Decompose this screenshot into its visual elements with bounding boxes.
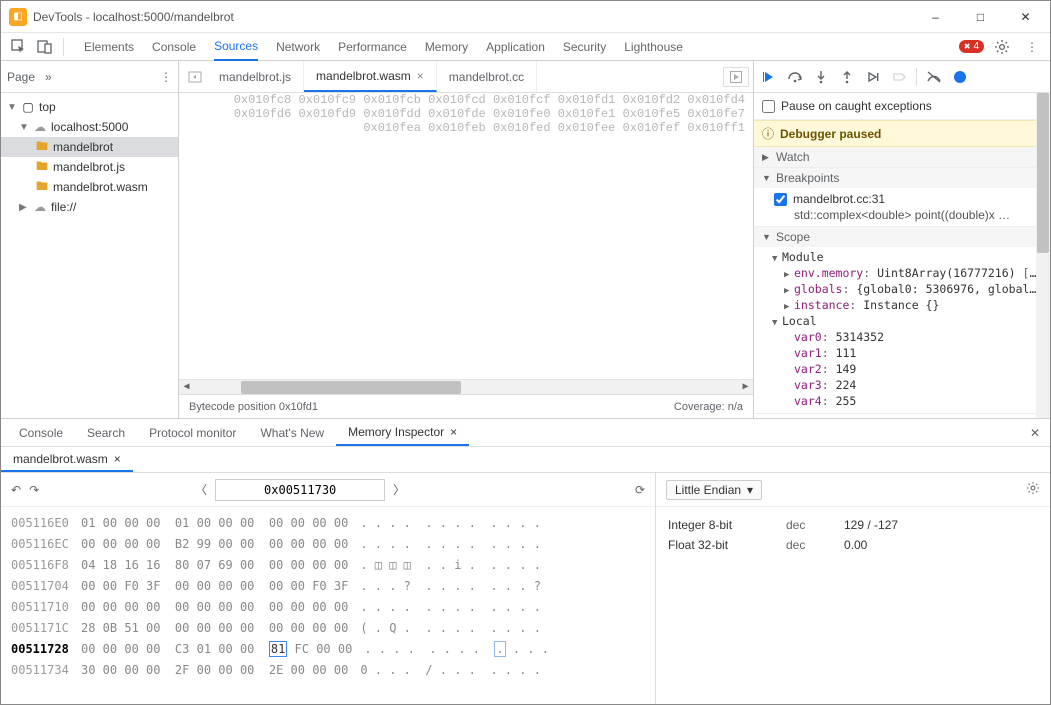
scope-var-var0[interactable]: var0: 5314352 bbox=[754, 329, 1050, 345]
devtools-tabstrip: Elements Console Sources Network Performance… bbox=[1, 33, 1050, 61]
drawer-tab-protocol-monitor[interactable]: Protocol monitor bbox=[137, 419, 248, 446]
main-tab-security[interactable]: Security bbox=[563, 33, 606, 60]
scope-globals[interactable]: ▶globals: {global0: 5306976, global1: 65… bbox=[754, 281, 1050, 297]
refresh-icon[interactable]: ⟳ bbox=[635, 483, 645, 497]
main-tab-performance[interactable]: Performance bbox=[338, 33, 407, 60]
main-tab-network[interactable]: Network bbox=[276, 33, 320, 60]
drawer-tab-search[interactable]: Search bbox=[75, 419, 137, 446]
breakpoint-checkbox[interactable] bbox=[774, 193, 787, 206]
tree-file-mandelbrot-wasm[interactable]: 🖿mandelbrot.wasm bbox=[1, 177, 178, 197]
scope-var-var1[interactable]: var1: 111 bbox=[754, 345, 1050, 361]
scope-var-var3[interactable]: var3: 224 bbox=[754, 377, 1050, 393]
settings-gear-icon[interactable] bbox=[990, 35, 1014, 59]
drawer-tab-console[interactable]: Console bbox=[7, 419, 75, 446]
debugger-sidebar: Pause on caught exceptions ⓘDebugger pau… bbox=[754, 61, 1050, 418]
scope-section-header[interactable]: ▼Scope bbox=[754, 227, 1050, 247]
pause-on-caught-checkbox[interactable] bbox=[762, 100, 775, 113]
step-into-button[interactable] bbox=[810, 66, 832, 88]
close-icon[interactable]: × bbox=[450, 425, 457, 439]
vertical-scrollbar[interactable] bbox=[1036, 93, 1050, 418]
pause-toggle-icon[interactable] bbox=[949, 66, 971, 88]
devtools-app-icon: ◧ bbox=[9, 8, 27, 26]
tree-host[interactable]: ▼☁localhost:5000 bbox=[1, 117, 178, 137]
coverage-label: Coverage: n/a bbox=[674, 401, 743, 413]
horizontal-scroll-thumb[interactable] bbox=[241, 381, 461, 394]
window-minimize-button[interactable]: – bbox=[913, 2, 958, 32]
endian-select[interactable]: Little Endian▾ bbox=[666, 480, 762, 500]
source-file-tabstrip: mandelbrot.js mandelbrot.wasm× mandelbro… bbox=[179, 61, 753, 93]
bytecode-position-label: Bytecode position 0x10fd1 bbox=[189, 401, 318, 413]
breakpoints-section-header[interactable]: ▼Breakpoints bbox=[754, 168, 1050, 188]
hex-panel: ↶ ↷ 〈 〉 ⟳ 005116E001 00 00 00 01 00 00 0… bbox=[1, 473, 656, 704]
sources-navigator: Page » ⋮ ▼▢top ▼☁localhost:5000 🖿mandelb… bbox=[1, 61, 179, 418]
drawer: ConsoleSearchProtocol monitorWhat's NewM… bbox=[1, 418, 1050, 704]
watch-section-header[interactable]: ▶Watch bbox=[754, 147, 1050, 167]
tree-top-frame[interactable]: ▼▢top bbox=[1, 97, 178, 117]
drawer-close-icon[interactable]: ✕ bbox=[1020, 419, 1050, 446]
script-blackbox-icon[interactable] bbox=[923, 66, 945, 88]
tree-file-mandelbrot[interactable]: 🖿mandelbrot bbox=[1, 137, 178, 157]
addr-next-icon[interactable]: 〉 bbox=[393, 481, 405, 498]
scope-local[interactable]: ▼Local bbox=[754, 313, 1050, 329]
run-snippet-icon[interactable] bbox=[723, 67, 749, 87]
memory-subtab[interactable]: mandelbrot.wasm× bbox=[1, 447, 133, 472]
more-menu-icon[interactable]: ⋮ bbox=[1020, 35, 1044, 59]
divider bbox=[63, 38, 64, 56]
info-icon: ⓘ bbox=[762, 125, 774, 142]
drawer-tab-memory-inspector[interactable]: Memory Inspector× bbox=[336, 419, 469, 446]
main-tab-application[interactable]: Application bbox=[486, 33, 545, 60]
redo-icon[interactable]: ↷ bbox=[29, 483, 39, 497]
value-panel: Little Endian▾ Integer 8-bitdec129 / -12… bbox=[656, 473, 1050, 704]
main-tab-memory[interactable]: Memory bbox=[425, 33, 468, 60]
file-tab-mandelbrot-cc[interactable]: mandelbrot.cc bbox=[437, 61, 537, 92]
main-tab-lighthouse[interactable]: Lighthouse bbox=[624, 33, 683, 60]
file-tab-mandelbrot-wasm[interactable]: mandelbrot.wasm× bbox=[304, 61, 437, 92]
value-settings-gear-icon[interactable] bbox=[1026, 481, 1040, 498]
address-input[interactable] bbox=[215, 479, 385, 501]
chevron-down-icon: ▾ bbox=[747, 483, 753, 497]
navigator-more-tabs-icon[interactable]: » bbox=[35, 70, 52, 84]
addr-prev-icon[interactable]: 〈 bbox=[195, 481, 207, 498]
window-titlebar: ◧ DevTools - localhost:5000/mandelbrot –… bbox=[1, 1, 1050, 33]
inspect-element-icon[interactable] bbox=[7, 35, 31, 59]
debugger-paused-banner: ⓘDebugger paused bbox=[754, 120, 1050, 147]
main-tab-console[interactable]: Console bbox=[152, 33, 196, 60]
value-row: Float 32-bitdec0.00 bbox=[668, 535, 1038, 555]
main-tab-sources[interactable]: Sources bbox=[214, 34, 258, 61]
scope-var-var2[interactable]: var2: 149 bbox=[754, 361, 1050, 377]
navigator-tab-page[interactable]: Page bbox=[7, 70, 35, 84]
undo-icon[interactable]: ↶ bbox=[11, 483, 21, 497]
deactivate-breakpoints-button[interactable] bbox=[888, 66, 910, 88]
vertical-scroll-thumb[interactable] bbox=[1037, 93, 1049, 253]
scope-var-var4[interactable]: var4: 255 bbox=[754, 393, 1050, 409]
close-tab-icon[interactable]: × bbox=[417, 69, 424, 83]
tab-history-back-icon[interactable] bbox=[183, 61, 207, 92]
window-title: DevTools - localhost:5000/mandelbrot bbox=[33, 10, 913, 24]
value-row: Integer 8-bitdec129 / -127 bbox=[668, 515, 1038, 535]
hex-grid[interactable]: 005116E001 00 00 00 01 00 00 00 00 00 00… bbox=[1, 507, 655, 704]
main-tab-elements[interactable]: Elements bbox=[84, 33, 134, 60]
navigator-menu-icon[interactable]: ⋮ bbox=[160, 70, 172, 84]
tree-file-scheme[interactable]: ▶☁file:// bbox=[1, 197, 178, 217]
window-maximize-button[interactable]: □ bbox=[958, 2, 1003, 32]
tree-file-mandelbrot-js[interactable]: 🖿mandelbrot.js bbox=[1, 157, 178, 177]
drawer-tab-what-s-new[interactable]: What's New bbox=[248, 419, 336, 446]
breakpoint-item[interactable]: mandelbrot.cc:31 bbox=[754, 190, 1050, 208]
horizontal-scrollbar[interactable]: ◀ ▶ bbox=[179, 379, 753, 394]
breakpoint-source-text: std::complex<double> point((double)x … bbox=[754, 208, 1050, 222]
close-icon[interactable]: × bbox=[114, 452, 121, 466]
error-count-badge[interactable]: 4 bbox=[959, 40, 984, 53]
scope-module[interactable]: ▼Module bbox=[754, 249, 1050, 265]
source-code-area[interactable]: 0x010fc8 0x010fc9 0x010fcb 0x010fcd 0x01… bbox=[179, 93, 753, 394]
device-toggle-icon[interactable] bbox=[33, 35, 57, 59]
step-button[interactable] bbox=[862, 66, 884, 88]
resume-button[interactable] bbox=[758, 66, 780, 88]
scope-env-memory[interactable]: ▶env.memory: Uint8Array(16777216) [101, … bbox=[754, 265, 1050, 281]
scope-instance[interactable]: ▶instance: Instance {} bbox=[754, 297, 1050, 313]
pause-on-caught-label: Pause on caught exceptions bbox=[781, 99, 932, 113]
step-over-button[interactable] bbox=[784, 66, 806, 88]
file-tab-mandelbrot-js[interactable]: mandelbrot.js bbox=[207, 61, 304, 92]
step-out-button[interactable] bbox=[836, 66, 858, 88]
window-close-button[interactable]: ✕ bbox=[1003, 2, 1048, 32]
